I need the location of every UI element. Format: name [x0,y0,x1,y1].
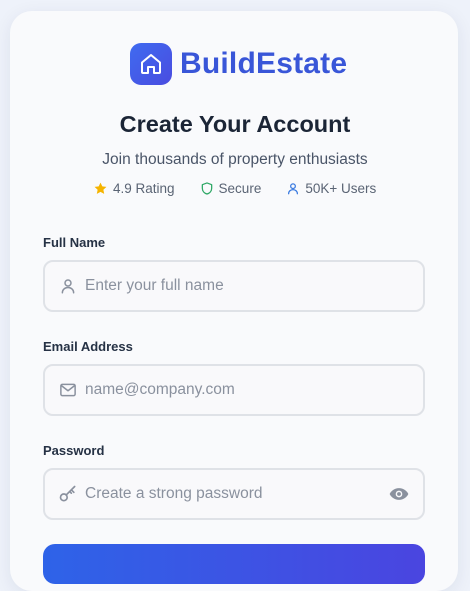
trust-badges: 4.9 Rating Secure 50K+ Users [93,181,376,196]
rating-badge: 4.9 Rating [93,181,175,196]
full-name-input[interactable] [85,277,423,295]
email-input[interactable] [85,381,423,399]
secure-label: Secure [218,181,262,196]
email-field[interactable] [43,364,425,416]
brand: BuildEstate [130,43,347,85]
page-subtitle: Join thousands of property enthusiasts [102,151,368,168]
create-account-button[interactable] [43,544,425,584]
star-icon [94,182,107,194]
email-label: Email Address [43,339,133,354]
brand-name: BuildEstate [180,47,348,80]
user-icon [288,183,299,195]
user-icon [57,275,79,297]
logo-tile [130,43,172,85]
key-icon [57,483,79,505]
secure-badge: Secure [200,181,262,196]
users-badge: 50K+ Users [286,181,376,196]
mail-icon [57,379,79,401]
rating-label: 4.9 Rating [113,181,175,196]
eye-icon[interactable] [388,483,410,505]
password-label: Password [43,443,105,458]
users-label: 50K+ Users [305,181,377,196]
page-title: Create Your Account [119,111,351,137]
password-input[interactable] [85,485,388,503]
shield-icon [201,182,212,195]
full-name-field[interactable] [43,260,425,312]
full-name-label: Full Name [43,235,106,250]
password-field[interactable] [43,468,425,520]
home-icon [141,54,161,74]
